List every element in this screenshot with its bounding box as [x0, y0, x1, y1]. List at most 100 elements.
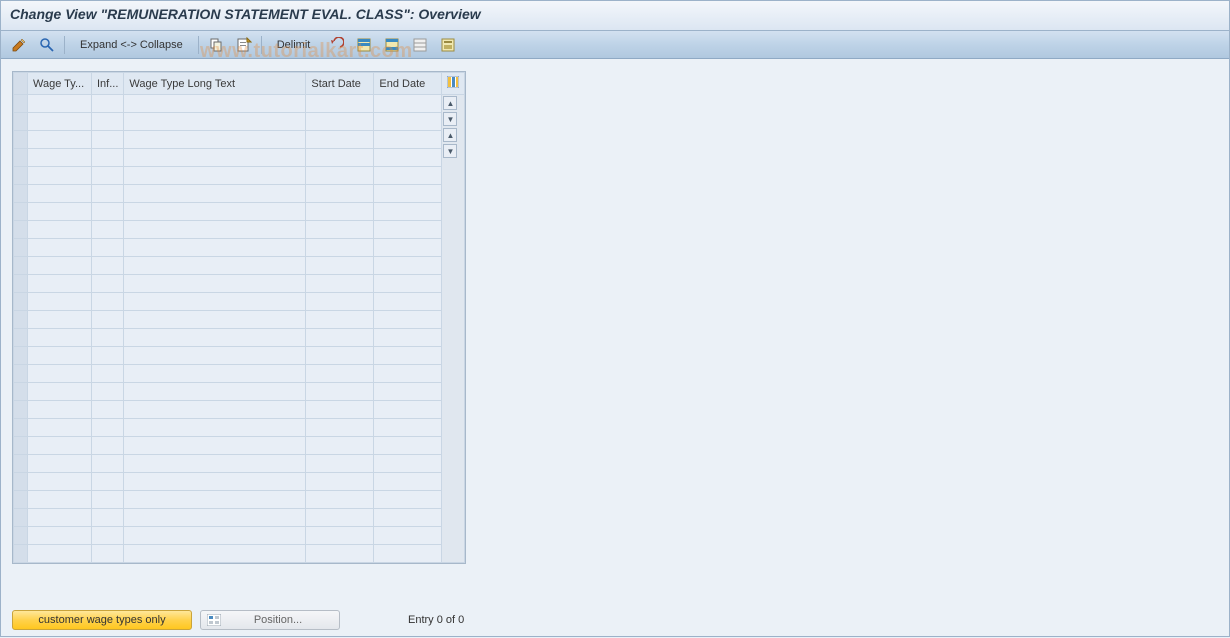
row-selector[interactable]	[14, 329, 28, 347]
cell[interactable]	[374, 329, 442, 347]
col-wage-type[interactable]: Wage Ty...	[28, 73, 92, 95]
row-selector[interactable]	[14, 365, 28, 383]
customer-wage-types-button[interactable]: customer wage types only	[12, 610, 192, 630]
cell[interactable]	[92, 257, 124, 275]
toggle-change-icon[interactable]	[6, 35, 32, 55]
cell[interactable]	[374, 149, 442, 167]
cell[interactable]	[124, 185, 306, 203]
cell[interactable]	[28, 347, 92, 365]
row-selector[interactable]	[14, 239, 28, 257]
cell[interactable]	[306, 131, 374, 149]
row-selector[interactable]	[14, 131, 28, 149]
cell[interactable]	[374, 311, 442, 329]
row-selector[interactable]	[14, 401, 28, 419]
row-selector[interactable]	[14, 473, 28, 491]
row-selector[interactable]	[14, 167, 28, 185]
cell[interactable]	[306, 383, 374, 401]
cell[interactable]	[28, 239, 92, 257]
cell[interactable]	[374, 545, 442, 563]
row-selector[interactable]	[14, 221, 28, 239]
cell[interactable]	[306, 149, 374, 167]
cell[interactable]	[306, 419, 374, 437]
cell[interactable]	[374, 257, 442, 275]
cell[interactable]	[124, 239, 306, 257]
cell[interactable]	[124, 437, 306, 455]
cell[interactable]	[374, 491, 442, 509]
cell[interactable]	[28, 221, 92, 239]
cell[interactable]	[92, 347, 124, 365]
cell[interactable]	[28, 149, 92, 167]
scroll-down2-icon[interactable]: ▼	[443, 144, 457, 158]
col-end-date[interactable]: End Date	[374, 73, 442, 95]
cell[interactable]	[306, 491, 374, 509]
row-selector[interactable]	[14, 185, 28, 203]
cell[interactable]	[306, 311, 374, 329]
cell[interactable]	[124, 95, 306, 113]
cell[interactable]	[124, 365, 306, 383]
position-button[interactable]: Position...	[200, 610, 340, 630]
cell[interactable]	[306, 221, 374, 239]
col-long-text[interactable]: Wage Type Long Text	[124, 73, 306, 95]
cell[interactable]	[124, 545, 306, 563]
cell[interactable]	[374, 437, 442, 455]
cell[interactable]	[124, 221, 306, 239]
cell[interactable]	[92, 437, 124, 455]
row-selector[interactable]	[14, 347, 28, 365]
scroll-up2-icon[interactable]: ▲	[443, 128, 457, 142]
cell[interactable]	[306, 113, 374, 131]
cell[interactable]	[124, 149, 306, 167]
cell[interactable]	[28, 113, 92, 131]
row-selector[interactable]	[14, 113, 28, 131]
cell[interactable]	[306, 329, 374, 347]
cell[interactable]	[92, 131, 124, 149]
cell[interactable]	[28, 293, 92, 311]
cell[interactable]	[92, 401, 124, 419]
cell[interactable]	[28, 311, 92, 329]
scroll-up-icon[interactable]: ▲	[443, 96, 457, 110]
cell[interactable]	[28, 203, 92, 221]
cell[interactable]	[306, 455, 374, 473]
row-selector[interactable]	[14, 455, 28, 473]
row-selector[interactable]	[14, 149, 28, 167]
cell[interactable]	[306, 401, 374, 419]
cell[interactable]	[28, 473, 92, 491]
cell[interactable]	[374, 527, 442, 545]
cell[interactable]	[92, 455, 124, 473]
cell[interactable]	[92, 203, 124, 221]
cell[interactable]	[124, 347, 306, 365]
copy-icon[interactable]	[203, 35, 229, 55]
cell[interactable]	[92, 185, 124, 203]
cell[interactable]	[306, 347, 374, 365]
cell[interactable]	[28, 275, 92, 293]
cell[interactable]	[306, 365, 374, 383]
scroll-down-icon[interactable]: ▼	[443, 112, 457, 126]
cell[interactable]	[92, 113, 124, 131]
cell[interactable]	[374, 221, 442, 239]
cell[interactable]	[306, 275, 374, 293]
cell[interactable]	[374, 347, 442, 365]
col-inf[interactable]: Inf...	[92, 73, 124, 95]
cell[interactable]	[28, 329, 92, 347]
col-start-date[interactable]: Start Date	[306, 73, 374, 95]
new-entries-icon[interactable]	[231, 35, 257, 55]
cell[interactable]	[92, 149, 124, 167]
cell[interactable]	[124, 383, 306, 401]
cell[interactable]	[92, 275, 124, 293]
cell[interactable]	[124, 257, 306, 275]
row-selector[interactable]	[14, 527, 28, 545]
row-selector[interactable]	[14, 509, 28, 527]
select-block-icon[interactable]	[379, 35, 405, 55]
cell[interactable]	[306, 257, 374, 275]
cell[interactable]	[124, 401, 306, 419]
row-selector[interactable]	[14, 95, 28, 113]
cell[interactable]	[92, 167, 124, 185]
cell[interactable]	[28, 545, 92, 563]
deselect-all-icon[interactable]	[407, 35, 433, 55]
cell[interactable]	[374, 95, 442, 113]
cell[interactable]	[92, 527, 124, 545]
row-selector[interactable]	[14, 491, 28, 509]
cell[interactable]	[28, 185, 92, 203]
cell[interactable]	[124, 113, 306, 131]
cell[interactable]	[374, 383, 442, 401]
cell[interactable]	[306, 167, 374, 185]
